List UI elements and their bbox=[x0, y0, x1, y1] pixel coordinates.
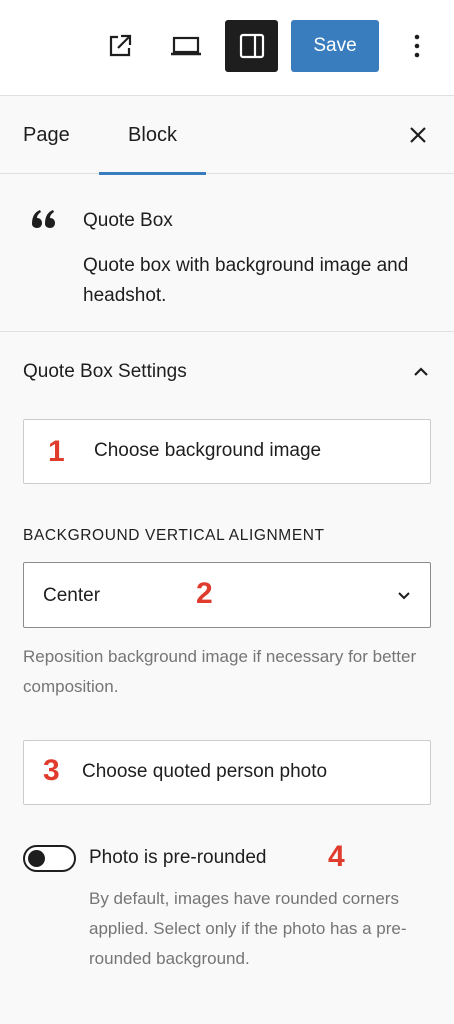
external-link-icon bbox=[109, 34, 132, 57]
quote-icon bbox=[32, 210, 55, 228]
prerounded-help-text: By default, images have rounded corners … bbox=[89, 889, 407, 968]
toggle-knob bbox=[28, 850, 45, 867]
choose-background-image-button[interactable]: 1 Choose background image bbox=[23, 419, 431, 484]
annotation-marker-1: 1 bbox=[48, 435, 65, 468]
prerounded-toggle[interactable] bbox=[23, 845, 76, 872]
quote-box-settings-toggle[interactable]: Quote Box Settings bbox=[23, 352, 431, 392]
alignment-help-text: Reposition background image if necessary… bbox=[23, 647, 417, 696]
panel-title: Quote Box Settings bbox=[23, 361, 187, 382]
preview-button[interactable] bbox=[165, 26, 207, 66]
sidebar-tabs: Page Block bbox=[0, 96, 454, 175]
save-button[interactable]: Save bbox=[291, 20, 379, 72]
annotation-marker-2: 2 bbox=[196, 577, 213, 610]
close-sidebar-button[interactable] bbox=[400, 117, 436, 153]
chevron-down-icon bbox=[398, 592, 410, 600]
tab-page[interactable]: Page bbox=[23, 96, 70, 174]
annotation-marker-4: 4 bbox=[328, 840, 345, 873]
annotation-marker-3: 3 bbox=[43, 754, 60, 787]
chevron-up-icon bbox=[411, 362, 431, 382]
close-icon bbox=[410, 127, 426, 143]
view-page-button[interactable] bbox=[100, 26, 140, 66]
settings-sidebar-toggle[interactable] bbox=[225, 20, 278, 72]
background-alignment-select[interactable]: Center 2 bbox=[23, 562, 431, 628]
sidebar-panel-icon bbox=[239, 33, 264, 59]
options-menu-button[interactable] bbox=[400, 26, 434, 66]
background-alignment-label: Background vertical alignment bbox=[23, 527, 325, 544]
laptop-icon bbox=[171, 36, 201, 56]
block-description: Quote box with background image and head… bbox=[83, 255, 409, 306]
choose-person-photo-button[interactable]: 3 Choose quoted person photo bbox=[23, 740, 431, 805]
tab-block[interactable]: Block bbox=[99, 96, 206, 175]
more-vertical-icon bbox=[414, 34, 420, 58]
choose-background-image-label: Choose background image bbox=[94, 440, 322, 461]
block-card: Quote Box Quote box with background imag… bbox=[0, 174, 454, 332]
block-title: Quote Box bbox=[83, 210, 173, 231]
alignment-selected-value: Center bbox=[43, 585, 101, 606]
editor-toolbar: Save bbox=[0, 0, 454, 96]
choose-person-photo-label: Choose quoted person photo bbox=[82, 761, 328, 782]
prerounded-label: Photo is pre-rounded bbox=[89, 847, 267, 868]
